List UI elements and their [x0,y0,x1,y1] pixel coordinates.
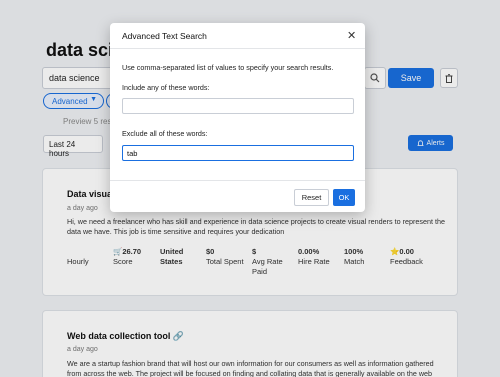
dialog-title: Advanced Text Search [122,31,207,41]
exclude-label: Exclude all of these words: [122,129,208,138]
include-label: Include any of these words: [122,83,210,92]
advanced-search-dialog: Advanced Text Search ✕ Use comma-separat… [110,23,365,212]
dialog-header: Advanced Text Search ✕ [110,23,365,49]
close-icon[interactable]: ✕ [347,29,356,42]
exclude-words-input[interactable]: tab [122,145,354,161]
include-words-input[interactable] [122,98,354,114]
dialog-instructions: Use comma-separated list of values to sp… [122,63,334,72]
reset-button[interactable]: Reset [294,189,329,206]
ok-button[interactable]: OK [333,189,355,206]
dialog-divider [110,180,365,181]
